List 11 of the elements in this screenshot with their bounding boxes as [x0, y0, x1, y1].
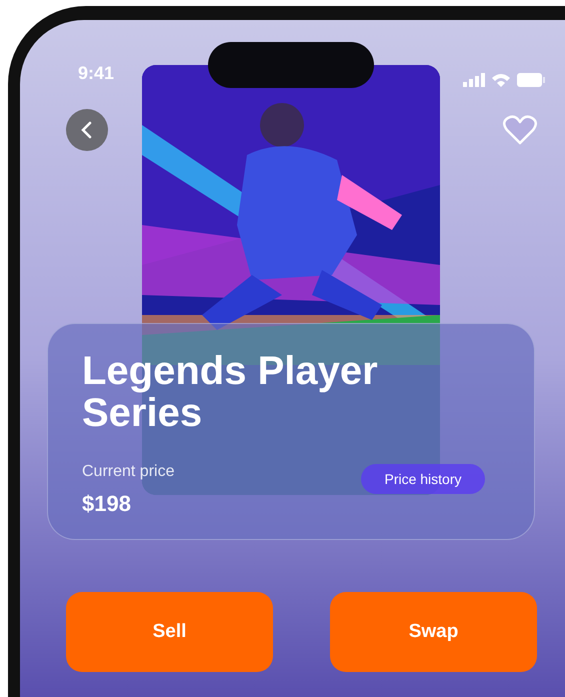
wifi-icon: [491, 73, 511, 87]
status-time: 9:41: [78, 62, 114, 85]
price-label: Current price: [82, 462, 174, 482]
action-button[interactable]: Sell: [66, 592, 273, 672]
chevron-left-icon: [80, 120, 94, 140]
product-title: Legends Player Series: [82, 350, 379, 434]
battery-icon: [517, 73, 545, 87]
signal-icon: [463, 73, 485, 87]
price-history-button[interactable]: Price history: [361, 464, 485, 494]
action-button[interactable]: Swap: [330, 592, 537, 672]
price: $198: [82, 490, 131, 518]
